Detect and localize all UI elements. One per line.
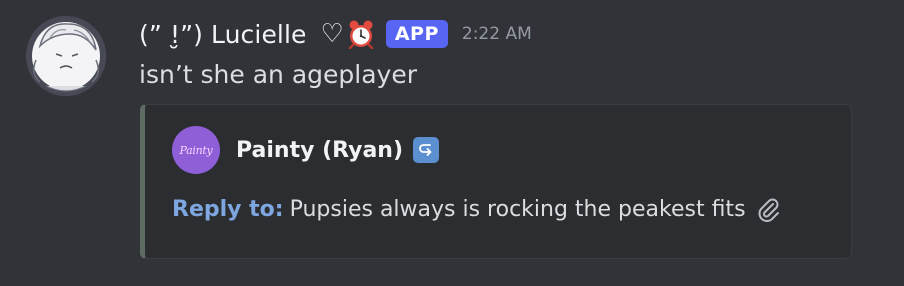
reply-arrow-icon [413,137,440,163]
message-content: isn’t she an ageplayer [139,60,417,89]
embed-author-name[interactable]: Painty (Ryan) [236,138,403,163]
username[interactable]: (ˮ !̮ˮ) Lucielle [139,20,307,49]
heart-emoji: ♡ [320,19,344,49]
embed-author-avatar[interactable]: Painty [172,126,220,174]
reply-text: Pupsies always is rocking the peakest fi… [289,196,746,222]
message-header: (ˮ !̮ˮ) Lucielle ♡ APP 2:22 AM [139,14,532,54]
embed-avatar-text: Painty [179,143,213,157]
reply-label: Reply to: [172,196,284,222]
avatar-drawing-icon [26,16,106,96]
embed-author: Painty Painty (Ryan) [172,126,440,174]
alarm-clock-icon [346,19,376,50]
reply-embed: Painty Painty (Ryan) Reply to: Pupsies a… [140,104,852,259]
embed-description: Reply to: Pupsies always is rocking the … [172,195,782,223]
app-badge: APP [385,20,448,48]
chat-message: (ˮ !̮ˮ) Lucielle ♡ APP 2:22 AM isn’t she… [0,0,904,286]
paperclip-icon [754,195,782,223]
user-avatar[interactable] [26,16,106,96]
message-timestamp[interactable]: 2:22 AM [462,24,532,44]
